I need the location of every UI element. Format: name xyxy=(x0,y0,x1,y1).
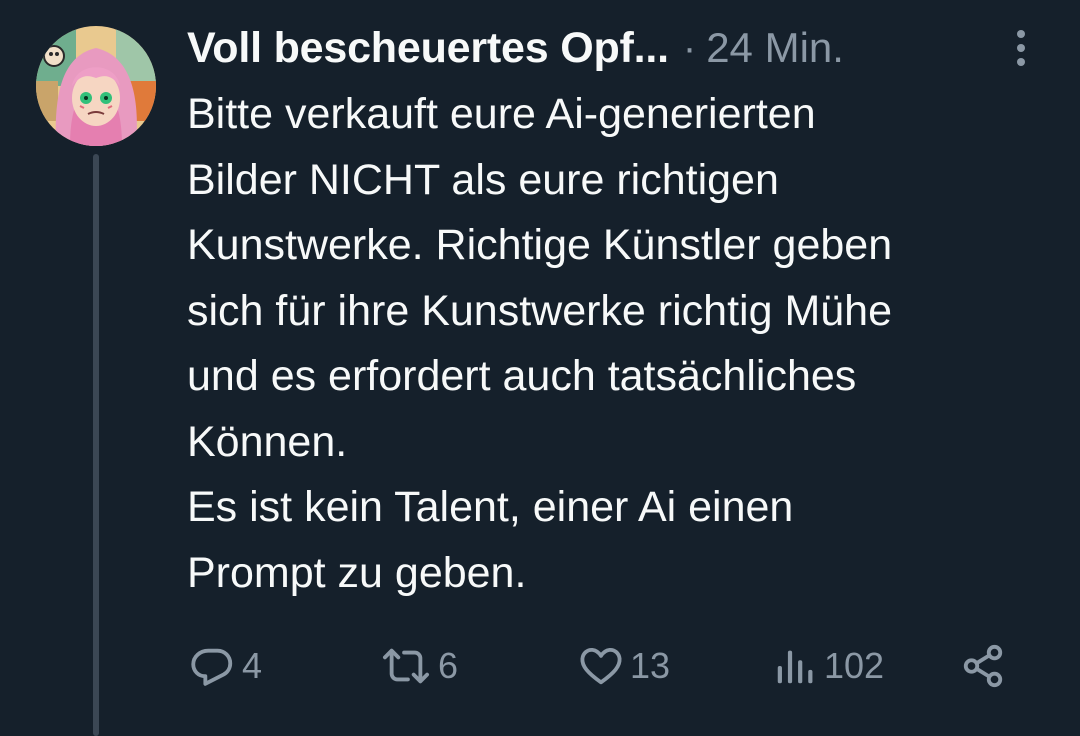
anime-girl-avatar-icon xyxy=(36,26,156,146)
reply-count: 4 xyxy=(242,645,263,686)
reply-icon xyxy=(191,648,233,686)
views-count: 102 xyxy=(824,645,885,686)
retweet-icon xyxy=(382,648,429,684)
tweet[interactable]: Voll bescheuertes Opf... · 24 Min. Bitte… xyxy=(0,0,1080,736)
tweet-text-line: und es erfordert auch tatsächliches xyxy=(187,352,857,400)
tweet-text-line: Prompt zu geben. xyxy=(187,548,527,597)
more-dot-icon xyxy=(1017,44,1025,52)
views-button[interactable]: 102 xyxy=(772,636,884,696)
more-dot-icon xyxy=(1017,30,1025,38)
like-count: 13 xyxy=(630,645,671,686)
tweet-text-line: Es ist kein Talent, einer Ai einen xyxy=(187,483,794,531)
views-chart-icon xyxy=(777,650,813,684)
retweet-button[interactable]: 6 xyxy=(380,636,458,696)
tweet-text-line: Können. xyxy=(187,417,348,466)
tweet-text: Bitte verkauft eure Ai-generierten Bilde… xyxy=(187,82,1067,606)
action-bar: 4 6 13 102 xyxy=(0,636,1080,696)
more-dot-icon xyxy=(1017,58,1025,66)
tweet-text-line: Kunstwerke. Richtige Künstler geben xyxy=(187,221,893,269)
tweet-text-line: Bilder NICHT als eure richtigen xyxy=(187,155,779,204)
tweet-header: Voll bescheuertes Opf... · 24 Min. xyxy=(187,20,844,76)
tweet-text-line: Bitte verkauft eure Ai-generierten xyxy=(187,90,816,138)
avatar[interactable] xyxy=(36,26,156,146)
tweet-timestamp[interactable]: 24 Min. xyxy=(706,24,844,72)
like-button[interactable]: 13 xyxy=(578,636,670,696)
more-options-button[interactable] xyxy=(1001,28,1041,68)
share-icon xyxy=(963,644,1003,688)
tweet-text-line: sich für ihre Kunstwerke richtig Mühe xyxy=(187,286,893,335)
author-display-name[interactable]: Voll bescheuertes Opf... xyxy=(187,24,669,73)
reply-button[interactable]: 4 xyxy=(190,636,262,696)
heart-icon xyxy=(580,647,622,685)
separator-dot: · xyxy=(682,25,697,70)
retweet-count: 6 xyxy=(438,645,459,686)
share-button[interactable] xyxy=(960,636,1006,696)
